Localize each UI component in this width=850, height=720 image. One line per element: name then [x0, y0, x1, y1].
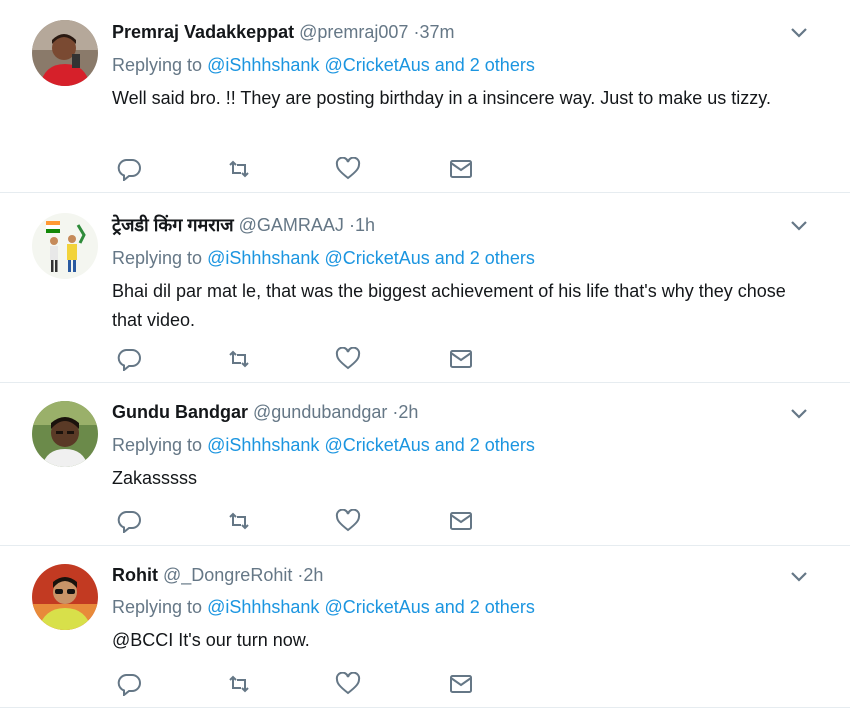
display-name[interactable]: Gundu Bandgar: [112, 402, 248, 422]
heart-icon[interactable]: [334, 509, 362, 533]
chevron-down-icon[interactable]: [788, 568, 810, 584]
others-link[interactable]: and 2 others: [435, 597, 535, 617]
tweet[interactable]: Rohit @_DongreRohit ·2h Replying to @iSh…: [0, 546, 850, 708]
timestamp[interactable]: 1h: [355, 215, 375, 235]
tweet-actions: [112, 509, 492, 533]
tweet[interactable]: Premraj Vadakkeppat @premraj007 ·37m Rep…: [0, 0, 850, 193]
mention-link[interactable]: @CricketAus: [324, 597, 429, 617]
user-handle[interactable]: @_DongreRohit: [163, 565, 292, 585]
tweet[interactable]: ट्रेजडी किंग गमराज @GAMRAAJ ·1h Replying…: [0, 193, 850, 383]
user-handle[interactable]: @GAMRAAJ: [239, 215, 344, 235]
tweet-actions: [112, 157, 492, 181]
user-handle[interactable]: @gundubandgar: [253, 402, 387, 422]
reply-icon[interactable]: [115, 672, 143, 696]
reply-icon[interactable]: [115, 347, 143, 371]
tweet-header: Gundu Bandgar @gundubandgar ·2h: [112, 402, 419, 422]
mention-link[interactable]: @iShhhshank: [207, 248, 319, 268]
retweet-icon[interactable]: [225, 347, 253, 371]
envelope-icon[interactable]: [447, 347, 475, 371]
timestamp[interactable]: 37m: [419, 22, 454, 42]
avatar[interactable]: [32, 20, 98, 86]
replying-to: Replying to @iShhhshank @CricketAus and …: [112, 597, 535, 617]
heart-icon[interactable]: [334, 672, 362, 696]
chevron-down-icon[interactable]: [788, 24, 810, 40]
envelope-icon[interactable]: [447, 157, 475, 181]
others-link[interactable]: and 2 others: [435, 55, 535, 75]
tweet-header: Rohit @_DongreRohit ·2h: [112, 565, 324, 585]
reply-feed: Premraj Vadakkeppat @premraj007 ·37m Rep…: [0, 0, 850, 720]
envelope-icon[interactable]: [447, 672, 475, 696]
display-name[interactable]: ट्रेजडी किंग गमराज: [112, 215, 234, 235]
tweet-text: @BCCI It's our turn now.: [112, 630, 310, 650]
mention-link[interactable]: @CricketAus: [324, 248, 429, 268]
envelope-icon[interactable]: [447, 509, 475, 533]
heart-icon[interactable]: [334, 347, 362, 371]
display-name[interactable]: Rohit: [112, 565, 158, 585]
avatar[interactable]: [32, 564, 98, 630]
timestamp[interactable]: 2h: [398, 402, 418, 422]
retweet-icon[interactable]: [225, 509, 253, 533]
replying-to: Replying to @iShhhshank @CricketAus and …: [112, 248, 535, 268]
display-name[interactable]: Premraj Vadakkeppat: [112, 22, 294, 42]
reply-icon[interactable]: [115, 509, 143, 533]
tweet[interactable]: Gundu Bandgar @gundubandgar ·2h Replying…: [0, 383, 850, 546]
tweet-header: Premraj Vadakkeppat @premraj007 ·37m: [112, 22, 455, 42]
avatar[interactable]: [32, 401, 98, 467]
others-link[interactable]: and 2 others: [435, 435, 535, 455]
avatar[interactable]: [32, 213, 98, 279]
heart-icon[interactable]: [334, 157, 362, 181]
mention-link[interactable]: @CricketAus: [324, 435, 429, 455]
tweet-text: Zakasssss: [112, 468, 198, 488]
chevron-down-icon[interactable]: [788, 405, 810, 421]
mention-link[interactable]: @iShhhshank: [207, 55, 319, 75]
retweet-icon[interactable]: [225, 672, 253, 696]
timestamp[interactable]: 2h: [303, 565, 323, 585]
tweet-header: ट्रेजडी किंग गमराज @GAMRAAJ ·1h: [112, 215, 375, 235]
mention-link[interactable]: @iShhhshank: [207, 597, 319, 617]
replying-to: Replying to @iShhhshank @CricketAus and …: [112, 55, 535, 75]
tweet-text: Bhai dil par mat le, that was the bigges…: [112, 281, 786, 330]
mention-link[interactable]: @iShhhshank: [207, 435, 319, 455]
retweet-icon[interactable]: [225, 157, 253, 181]
user-handle[interactable]: @premraj007: [299, 22, 408, 42]
others-link[interactable]: and 2 others: [435, 248, 535, 268]
chevron-down-icon[interactable]: [788, 217, 810, 233]
replying-to: Replying to @iShhhshank @CricketAus and …: [112, 435, 535, 455]
reply-icon[interactable]: [115, 157, 143, 181]
tweet-actions: [112, 347, 492, 371]
tweet-text: Well said bro. !! They are posting birth…: [112, 88, 771, 108]
tweet-actions: [112, 672, 492, 696]
mention-link[interactable]: @CricketAus: [324, 55, 429, 75]
